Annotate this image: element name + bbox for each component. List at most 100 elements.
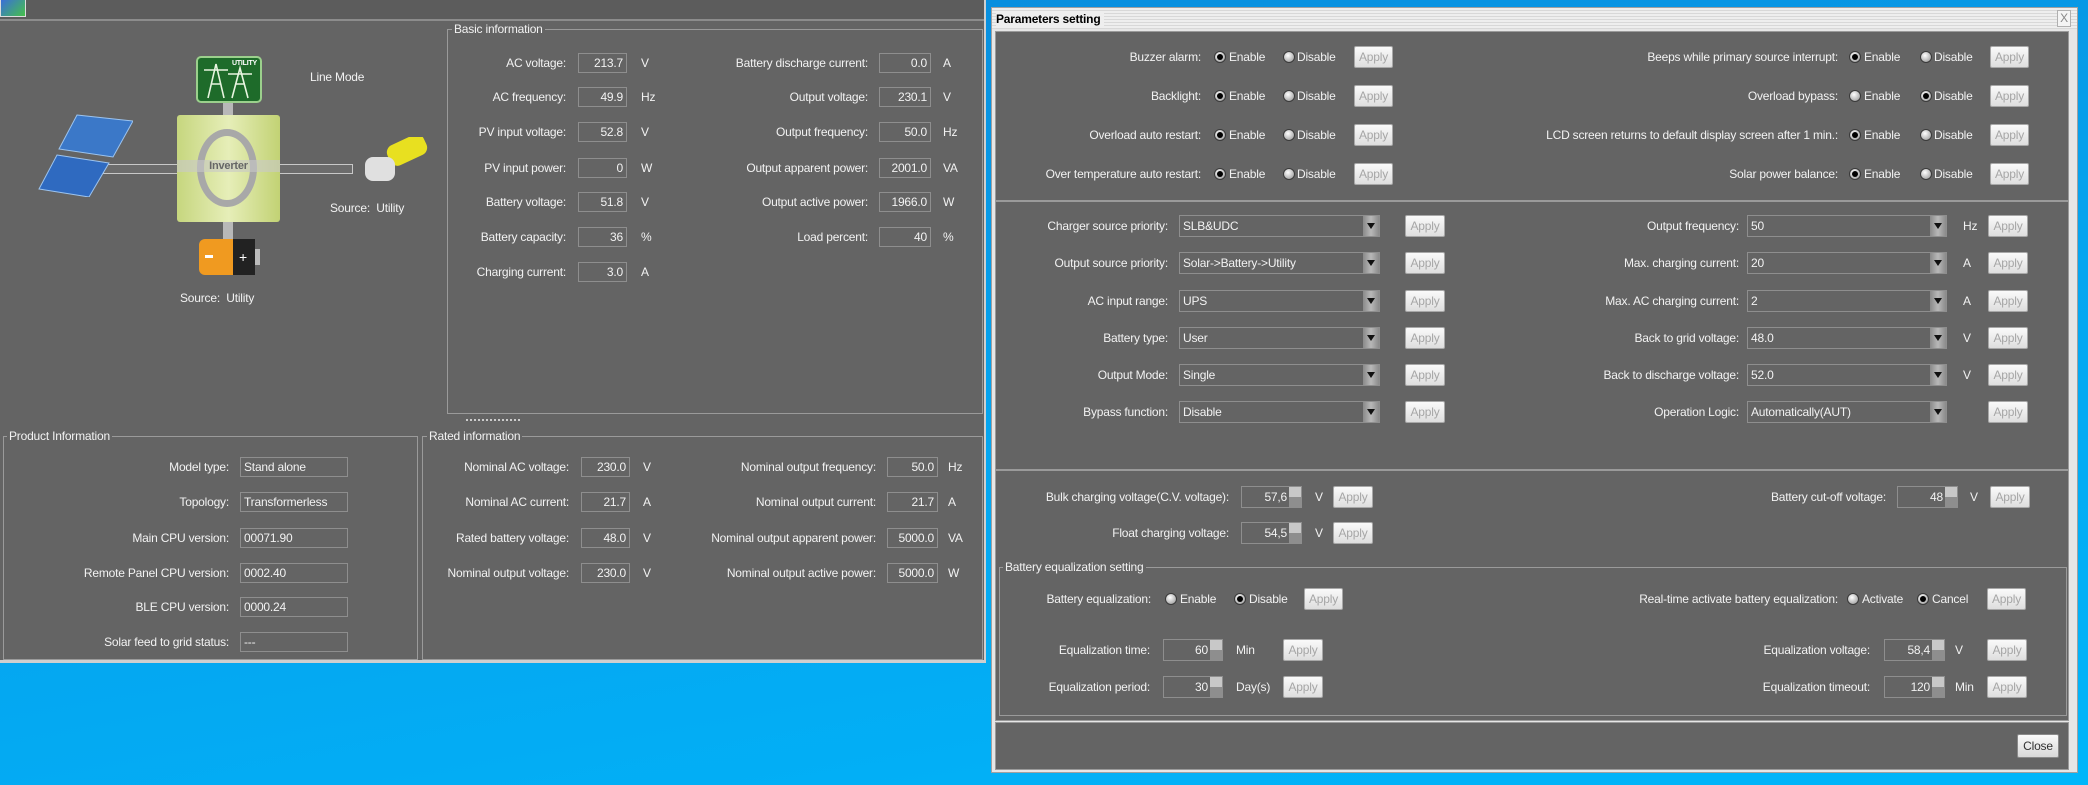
- apply-button[interactable]: Apply: [1988, 290, 2028, 312]
- chevron-down-icon[interactable]: [1930, 253, 1946, 273]
- radio-disable[interactable]: [1920, 90, 1932, 102]
- radio-label[interactable]: Enable: [1229, 127, 1265, 143]
- radio-enable[interactable]: [1214, 168, 1226, 180]
- apply-button[interactable]: Apply: [1354, 85, 1393, 107]
- apply-button[interactable]: Apply: [1990, 163, 2029, 185]
- spinner-arrows-icon[interactable]: [1210, 677, 1222, 697]
- apply-button[interactable]: Apply: [1988, 364, 2028, 386]
- apply-button[interactable]: Apply: [1283, 639, 1323, 661]
- number-spinner[interactable]: 57,6: [1241, 486, 1302, 508]
- radio-label[interactable]: Disable: [1934, 166, 1973, 182]
- apply-button[interactable]: Apply: [1354, 163, 1393, 185]
- radio-enable[interactable]: [1849, 51, 1861, 63]
- apply-button[interactable]: Apply: [1987, 588, 2026, 610]
- spinner-value[interactable]: 120: [1911, 679, 1931, 695]
- dropdown[interactable]: SLB&UDC: [1179, 215, 1380, 237]
- chevron-down-icon[interactable]: [1930, 291, 1946, 311]
- spinner-arrows-icon[interactable]: [1289, 487, 1301, 507]
- spinner-arrows-icon[interactable]: [1210, 640, 1222, 660]
- radio-enable[interactable]: [1214, 129, 1226, 141]
- radio-label[interactable]: Enable: [1864, 88, 1900, 104]
- radio-label[interactable]: Enable: [1864, 49, 1900, 65]
- radio-enable[interactable]: [1214, 90, 1226, 102]
- radio-label[interactable]: Enable: [1229, 166, 1265, 182]
- radio-label[interactable]: Enable: [1864, 127, 1900, 143]
- spinner-value[interactable]: 30: [1195, 679, 1208, 695]
- dropdown[interactable]: 2: [1747, 290, 1947, 312]
- radio-label[interactable]: Enable: [1180, 591, 1216, 607]
- dropdown[interactable]: Disable: [1179, 401, 1380, 423]
- app-icon[interactable]: [0, 0, 26, 17]
- radio-activate[interactable]: [1847, 593, 1859, 605]
- radio-label[interactable]: Activate: [1862, 591, 1903, 607]
- chevron-down-icon[interactable]: [1363, 253, 1379, 273]
- dropdown[interactable]: Solar->Battery->Utility: [1179, 252, 1380, 274]
- dialog-close-icon[interactable]: X: [2057, 10, 2071, 27]
- radio-label[interactable]: Cancel: [1932, 591, 1968, 607]
- number-spinner[interactable]: 54,5: [1241, 522, 1302, 544]
- dropdown[interactable]: 48.0: [1747, 327, 1947, 349]
- chevron-down-icon[interactable]: [1930, 365, 1946, 385]
- spinner-arrows-icon[interactable]: [1932, 640, 1944, 660]
- apply-button[interactable]: Apply: [1354, 46, 1393, 68]
- radio-label[interactable]: Enable: [1864, 166, 1900, 182]
- apply-button[interactable]: Apply: [1990, 85, 2029, 107]
- dropdown[interactable]: User: [1179, 327, 1380, 349]
- apply-button[interactable]: Apply: [1988, 252, 2028, 274]
- dropdown[interactable]: UPS: [1179, 290, 1380, 312]
- apply-button[interactable]: Apply: [1354, 124, 1393, 146]
- spinner-value[interactable]: 54,5: [1264, 525, 1287, 541]
- apply-button[interactable]: Apply: [1987, 676, 2027, 698]
- apply-button[interactable]: Apply: [1988, 401, 2028, 423]
- radio-label[interactable]: Enable: [1229, 88, 1265, 104]
- radio-enable[interactable]: [1849, 129, 1861, 141]
- dropdown[interactable]: Automatically(AUT): [1747, 401, 1947, 423]
- radio-enable[interactable]: [1849, 90, 1861, 102]
- spinner-value[interactable]: 48: [1930, 489, 1943, 505]
- dropdown[interactable]: 50: [1747, 215, 1947, 237]
- chevron-down-icon[interactable]: [1930, 216, 1946, 236]
- number-spinner[interactable]: 120: [1884, 676, 1945, 698]
- number-spinner[interactable]: 60: [1163, 639, 1223, 661]
- apply-button[interactable]: Apply: [1333, 486, 1373, 508]
- dialog-title-bar[interactable]: [992, 8, 2077, 29]
- radio-disable[interactable]: [1283, 129, 1295, 141]
- chevron-down-icon[interactable]: [1930, 328, 1946, 348]
- chevron-down-icon[interactable]: [1363, 365, 1379, 385]
- apply-button[interactable]: Apply: [1990, 486, 2030, 508]
- radio-label[interactable]: Disable: [1934, 88, 1973, 104]
- radio-label[interactable]: Disable: [1297, 49, 1336, 65]
- apply-button[interactable]: Apply: [1988, 215, 2028, 237]
- apply-button[interactable]: Apply: [1304, 588, 1343, 610]
- apply-button[interactable]: Apply: [1333, 522, 1373, 544]
- spinner-value[interactable]: 60: [1195, 642, 1208, 658]
- radio-disable[interactable]: [1920, 168, 1932, 180]
- radio-cancel[interactable]: [1917, 593, 1929, 605]
- number-spinner[interactable]: 58,4: [1884, 639, 1945, 661]
- chevron-down-icon[interactable]: [1363, 402, 1379, 422]
- radio-disable[interactable]: [1283, 51, 1295, 63]
- spinner-value[interactable]: 57,6: [1264, 489, 1287, 505]
- radio-enable[interactable]: [1165, 593, 1177, 605]
- number-spinner[interactable]: 30: [1163, 676, 1223, 698]
- radio-label[interactable]: Disable: [1934, 49, 1973, 65]
- apply-button[interactable]: Apply: [1990, 124, 2029, 146]
- radio-disable[interactable]: [1920, 51, 1932, 63]
- radio-disable[interactable]: [1234, 593, 1246, 605]
- radio-label[interactable]: Disable: [1297, 88, 1336, 104]
- apply-button[interactable]: Apply: [1283, 676, 1323, 698]
- close-button[interactable]: Close: [2017, 734, 2059, 758]
- radio-enable[interactable]: [1849, 168, 1861, 180]
- radio-disable[interactable]: [1283, 168, 1295, 180]
- radio-label[interactable]: Enable: [1229, 49, 1265, 65]
- spinner-arrows-icon[interactable]: [1945, 487, 1957, 507]
- radio-enable[interactable]: [1214, 51, 1226, 63]
- radio-label[interactable]: Disable: [1249, 591, 1288, 607]
- splitter-handle[interactable]: [466, 419, 520, 425]
- number-spinner[interactable]: 48: [1897, 486, 1958, 508]
- radio-label[interactable]: Disable: [1297, 166, 1336, 182]
- dropdown[interactable]: 20: [1747, 252, 1947, 274]
- chevron-down-icon[interactable]: [1363, 328, 1379, 348]
- radio-disable[interactable]: [1920, 129, 1932, 141]
- apply-button[interactable]: Apply: [1987, 639, 2027, 661]
